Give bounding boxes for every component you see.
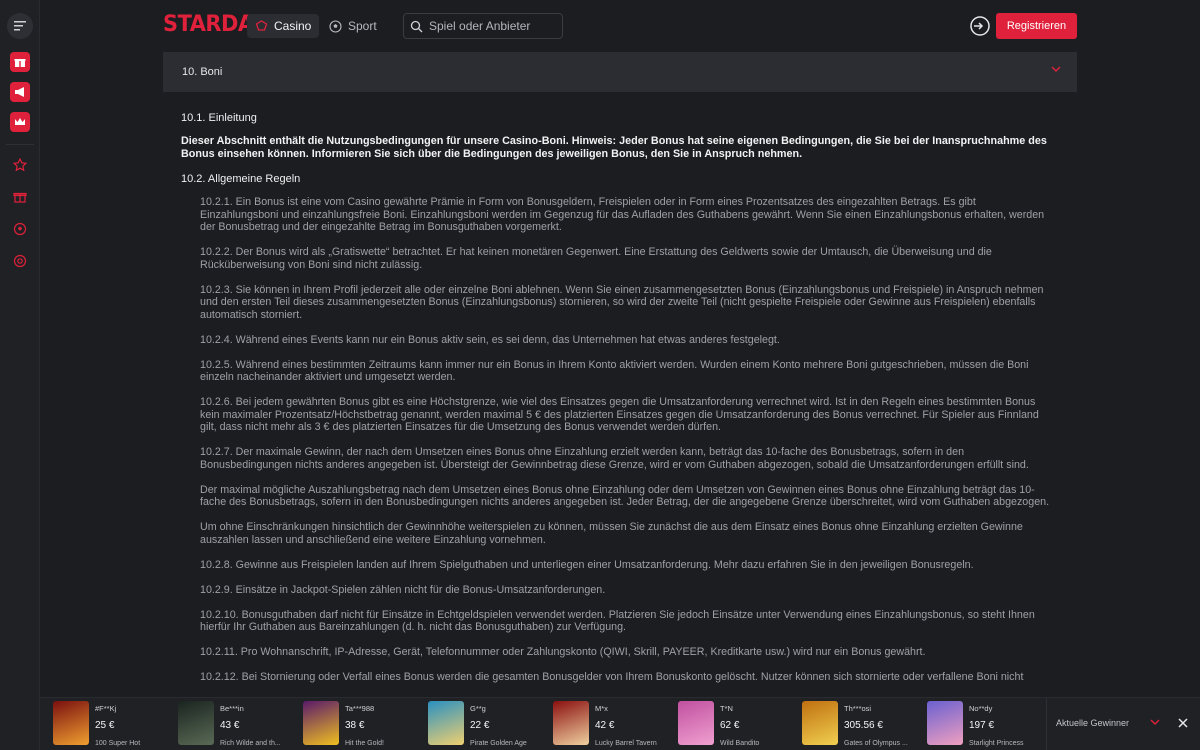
nav-casino[interactable]: Casino xyxy=(247,14,319,38)
recent-winners-label: Aktuelle Gewinner xyxy=(1056,718,1130,728)
support-icon[interactable] xyxy=(10,251,30,271)
rule-paragraph: 10.2.5. Während eines bestimmten Zeitrau… xyxy=(200,358,1029,384)
winner-game: Wild Bandito xyxy=(720,740,760,747)
rule-paragraph: 10.2.11. Pro Wohnanschrift, IP-Adresse, … xyxy=(200,646,926,658)
ball-icon[interactable] xyxy=(10,219,30,239)
winner-game: Pirate Golden Age xyxy=(470,740,527,747)
winner-card[interactable]: M*x 42 € Lucky Barrel Tavern xyxy=(553,701,657,747)
winner-game: 100 Super Hot xyxy=(95,740,141,747)
winner-card[interactable]: #F**Kj 25 € 100 Super Hot xyxy=(53,701,140,747)
rule-paragraph: 10.2.9. Einsätze in Jackpot-Spielen zähl… xyxy=(200,583,606,596)
winner-game: Starlight Princess xyxy=(969,740,1024,747)
terms-content: 10.1. Einleitung Dieser Abschnitt enthäl… xyxy=(181,104,1057,696)
winner-card[interactable]: Th***osi 305.56 € Gates of Olympus ... xyxy=(802,701,908,747)
winner-name: G**g xyxy=(470,704,486,713)
winner-game: Gates of Olympus ... xyxy=(844,740,908,747)
game-thumbnail[interactable] xyxy=(428,701,464,745)
game-thumbnail[interactable] xyxy=(678,701,714,745)
winner-amount: 22 € xyxy=(470,720,490,731)
menu-icon[interactable] xyxy=(6,13,33,39)
winner-name: Ta***988 xyxy=(345,704,375,713)
winner-name: M*x xyxy=(595,704,608,713)
gift-icon[interactable] xyxy=(9,52,30,72)
rule-paragraph: 10.2.7. Der maximale Gewinn, der nach de… xyxy=(200,446,1029,471)
rule-paragraph: 10.2.4. Während eines Events kann nur ei… xyxy=(200,333,780,346)
winner-amount: 42 € xyxy=(595,720,615,731)
game-thumbnail[interactable] xyxy=(802,701,838,745)
game-thumbnail[interactable] xyxy=(553,701,589,745)
casino-icon xyxy=(255,20,268,31)
login-icon[interactable] xyxy=(969,15,991,37)
winners-divider xyxy=(1046,698,1047,750)
nav-casino-label: Casino xyxy=(274,19,312,33)
sport-ball-icon xyxy=(329,19,342,33)
megaphone-icon[interactable] xyxy=(9,82,30,102)
search-box[interactable] xyxy=(403,13,563,39)
search-icon xyxy=(410,20,423,32)
heading-intro: 10.1. Einleitung xyxy=(181,112,257,124)
winner-amount: 197 € xyxy=(969,720,995,731)
game-thumbnail[interactable] xyxy=(927,701,963,745)
rule-paragraph: 10.2.6. Bei jedem gewährten Bonus gibt e… xyxy=(200,396,1039,433)
rule-paragraph: 10.2.8. Gewinne aus Freispielen landen a… xyxy=(200,558,974,571)
chevron-down-icon[interactable] xyxy=(1150,719,1160,726)
gift-outline-icon[interactable] xyxy=(10,187,30,207)
game-thumbnail[interactable] xyxy=(53,701,89,745)
winner-name: #F**Kj xyxy=(95,704,117,713)
rules-list: 10.2.1. Ein Bonus ist eine vom Casino ge… xyxy=(181,196,1057,684)
rule-paragraph: 10.2.3. Sie können in Ihrem Profil jeder… xyxy=(200,283,1044,321)
winner-card[interactable]: Ta***988 38 € Hit the Gold! xyxy=(303,701,384,747)
nav-sport[interactable]: Sport xyxy=(329,14,389,38)
winner-game: Rich Wilde and th... xyxy=(220,740,281,747)
winner-card[interactable]: G**g 22 € Pirate Golden Age xyxy=(428,701,527,747)
winner-amount: 38 € xyxy=(345,720,365,731)
winner-name: T*N xyxy=(720,704,733,713)
crown-icon[interactable] xyxy=(9,112,30,132)
winner-game: Hit the Gold! xyxy=(345,740,384,747)
chevron-down-icon xyxy=(1051,66,1061,72)
intro-text: Dieser Abschnitt enthält die Nutzungsbed… xyxy=(181,135,1047,160)
register-button[interactable]: Registrieren xyxy=(996,13,1077,39)
heading-rules: 10.2. Allgemeine Regeln xyxy=(181,173,301,185)
winner-name: No**dy xyxy=(969,704,993,713)
winner-amount: 62 € xyxy=(720,720,740,731)
sidebar xyxy=(0,0,40,750)
winner-amount: 43 € xyxy=(220,720,240,731)
sidebar-divider xyxy=(5,144,34,145)
winner-game: Lucky Barrel Tavern xyxy=(595,740,657,747)
game-thumbnail[interactable] xyxy=(178,701,214,745)
game-thumbnail[interactable] xyxy=(303,701,339,745)
recent-winners-bar: #F**Kj 25 € 100 Super Hot Be***in 43 € Rich … xyxy=(40,697,1200,750)
winner-amount: 305.56 € xyxy=(844,720,883,731)
rule-paragraph: 10.2.1. Ein Bonus ist eine vom Casino ge… xyxy=(200,196,1045,233)
winner-card[interactable]: Be***in 43 € Rich Wilde and th... xyxy=(178,701,281,747)
nav-sport-label: Sport xyxy=(348,19,377,33)
winner-name: Be***in xyxy=(220,704,244,713)
rule-paragraph: Der maximal mögliche Auszahlungsbetrag n… xyxy=(200,483,1050,509)
rule-paragraph: Um ohne Einschränkungen hinsichtlich der… xyxy=(200,521,1023,546)
star-icon[interactable] xyxy=(10,155,30,175)
rule-paragraph: 10.2.10. Bonusguthaben darf nicht für Ei… xyxy=(200,608,1035,634)
section-accordion[interactable]: 10. Boni xyxy=(163,52,1077,92)
search-input[interactable] xyxy=(429,19,554,33)
header: STARDA Casino Sport Registrieren xyxy=(40,0,1200,52)
winner-card[interactable]: T*N 62 € Wild Bandito xyxy=(678,701,759,747)
winner-amount: 25 € xyxy=(95,720,115,731)
winner-card[interactable]: No**dy 197 € Starlight Princess xyxy=(927,701,1023,747)
rule-paragraph: 10.2.12. Bei Stornierung oder Verfall ei… xyxy=(200,671,1024,683)
winner-name: Th***osi xyxy=(844,704,872,713)
logo[interactable]: STARDA xyxy=(163,12,254,37)
close-icon[interactable] xyxy=(1176,716,1190,730)
rule-paragraph: 10.2.2. Der Bonus wird als „Gratiswette“… xyxy=(200,246,992,271)
section-title: 10. Boni xyxy=(182,66,223,78)
